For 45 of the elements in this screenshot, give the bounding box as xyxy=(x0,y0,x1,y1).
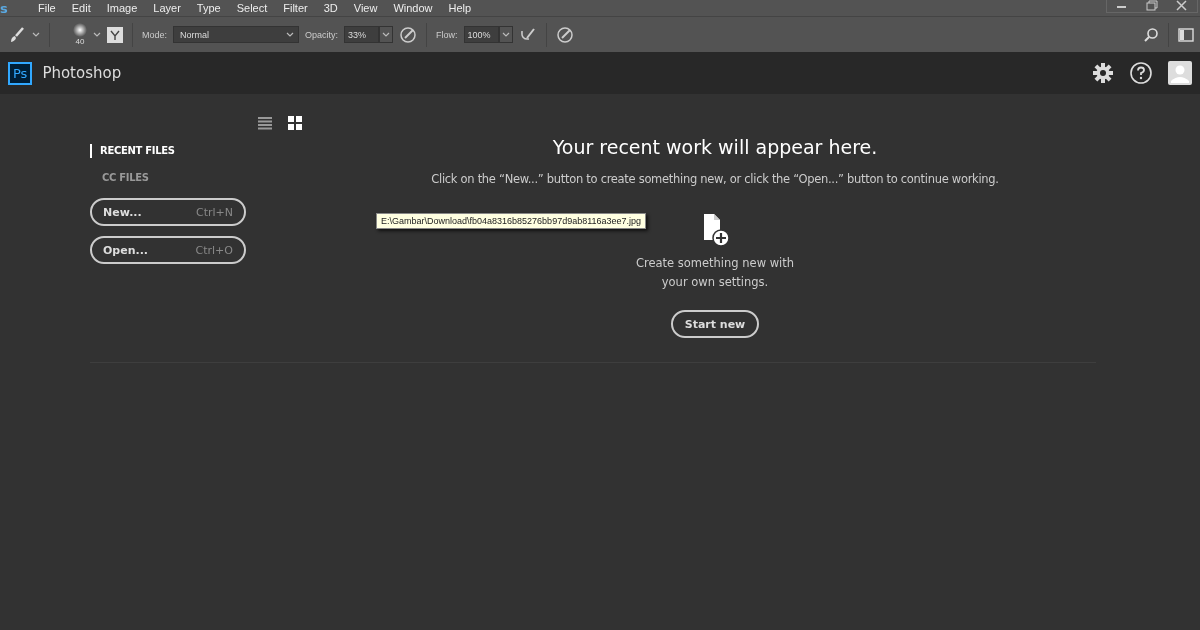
menu-item[interactable]: View xyxy=(345,2,386,14)
sidebar-tab[interactable]: CC FILES xyxy=(92,171,270,185)
menu-item[interactable]: Window xyxy=(385,2,441,14)
opacity-label: Opacity: xyxy=(305,29,339,40)
opacity-field[interactable]: 33% xyxy=(344,26,380,43)
help-icon[interactable] xyxy=(1130,62,1152,84)
caret-icon xyxy=(501,30,510,39)
sidebar-button[interactable]: New... Ctrl+N xyxy=(90,198,246,226)
caret-icon[interactable] xyxy=(32,30,40,39)
dropdown-button[interactable] xyxy=(498,26,513,43)
brush-preset-picker[interactable]: 40 xyxy=(73,23,87,46)
app-logo: s xyxy=(0,0,9,16)
app-logo: Ps xyxy=(8,61,33,85)
start-new-button[interactable]: Start new xyxy=(670,310,760,338)
grid-view-icon[interactable] xyxy=(288,116,302,130)
menu-item[interactable]: Image xyxy=(98,2,146,14)
menu-item[interactable]: Select xyxy=(228,2,276,14)
menu-item[interactable]: Filter xyxy=(275,2,316,14)
app-title: Photoshop xyxy=(42,64,122,82)
flow-label: Flow: xyxy=(436,29,458,40)
empty-state-text: Click on the “New...” button to create something new, or click the “Open...” button to continue working. xyxy=(431,172,999,186)
empty-state-heading: Your recent work will appear here. xyxy=(552,136,878,158)
menu-item[interactable]: Help xyxy=(440,2,480,14)
sidebar-tab[interactable]: RECENT FILES xyxy=(90,144,270,158)
flow-field[interactable]: 100% xyxy=(463,26,499,43)
create-description: Create something new with your own settings. xyxy=(635,255,795,291)
workspace-icon[interactable] xyxy=(1178,27,1194,42)
file-path-tooltip: E:\Gambar\Download\fb04a8316b85276bb97d9ab8116a3ee7.jpg xyxy=(376,213,647,229)
caret-icon[interactable] xyxy=(93,30,101,39)
menu-item[interactable]: Layer xyxy=(145,2,189,14)
dropdown-button[interactable] xyxy=(379,26,394,43)
menu-item[interactable]: File xyxy=(30,2,64,14)
caret-icon xyxy=(286,30,294,39)
soft-brush-icon xyxy=(73,23,87,37)
menu-item[interactable]: 3D xyxy=(315,2,346,14)
menu-item[interactable]: Type xyxy=(188,2,229,14)
caret-icon xyxy=(382,30,391,39)
sidebar-button[interactable]: Open... Ctrl+O xyxy=(90,236,246,264)
search-icon[interactable] xyxy=(1143,26,1159,43)
menu-item[interactable]: Edit xyxy=(63,2,99,14)
brush-icon[interactable] xyxy=(8,25,26,44)
brush-size: 40 xyxy=(75,37,85,46)
mode-dropdown[interactable]: Normal xyxy=(173,26,299,43)
mode-label: Mode: xyxy=(142,29,167,40)
list-view-icon[interactable] xyxy=(258,116,272,130)
